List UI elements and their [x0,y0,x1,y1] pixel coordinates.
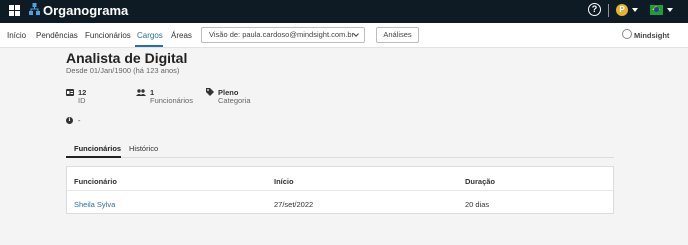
page-title: Analista de Digital [66,50,188,66]
people-icon [136,89,146,96]
user-menu-chevron-down-icon[interactable] [632,8,638,12]
tab-funcionarios[interactable]: Funcionários [74,144,121,153]
org-chart-icon [29,3,40,15]
column-header-inicio[interactable]: Início [274,177,294,186]
position-since: Desde 01/Jan/1900 (há 123 anos) [66,66,180,75]
id-card-icon [66,89,74,96]
table-cell-start-date: 27/set/2022 [274,200,314,209]
nav-item-areas[interactable]: Áreas [171,31,192,41]
apps-grid-icon[interactable] [9,5,20,16]
brazil-flag-icon[interactable] [650,5,663,15]
table-cell-employee-link[interactable]: Sheila Sylva [74,200,115,209]
stat-categoria-label: Categoria [218,96,251,105]
view-as-select-value: Visão de: paula.cardoso@mindsight.com.br [209,30,355,39]
mindsight-logo-icon [622,29,632,39]
stat-funcionarios-label: Funcionários [150,96,193,105]
nav-item-cargos[interactable]: Cargos [137,31,163,41]
main-nav: Início Pendências Funcionários Cargos Ár… [0,23,688,48]
column-header-funcionario[interactable]: Funcionário [74,177,117,186]
employees-table: Funcionário Início Duração Sheila Sylva … [66,166,614,214]
tab-historico[interactable]: Histórico [129,144,158,153]
nav-item-inicio[interactable]: Início [7,31,26,41]
analises-button[interactable]: Análises [376,27,419,43]
help-icon[interactable]: ? [588,3,601,16]
tab-active-indicator [66,156,121,158]
position-description: - [78,116,81,125]
column-header-duracao[interactable]: Duração [465,177,495,186]
view-as-select[interactable]: Visão de: paula.cardoso@mindsight.com.br [201,27,365,43]
stat-id-label: ID [78,96,86,105]
app-title: Organograma [43,3,129,18]
nav-active-indicator [135,45,163,47]
table-divider [67,190,613,191]
table-cell-duration: 20 dias [465,200,490,209]
content-tabs: Funcionários Histórico [66,141,614,158]
tag-icon [206,88,214,96]
top-bar: Organograma ? P [0,0,688,23]
info-icon: i [66,117,73,124]
language-chevron-down-icon[interactable] [667,8,673,12]
mindsight-logo: Mindsight [634,31,670,40]
nav-item-pendencias[interactable]: Pendências [36,31,78,41]
user-avatar[interactable]: P [616,4,628,16]
topbar-divider [608,4,609,17]
nav-item-funcionarios[interactable]: Funcionários [85,31,131,41]
